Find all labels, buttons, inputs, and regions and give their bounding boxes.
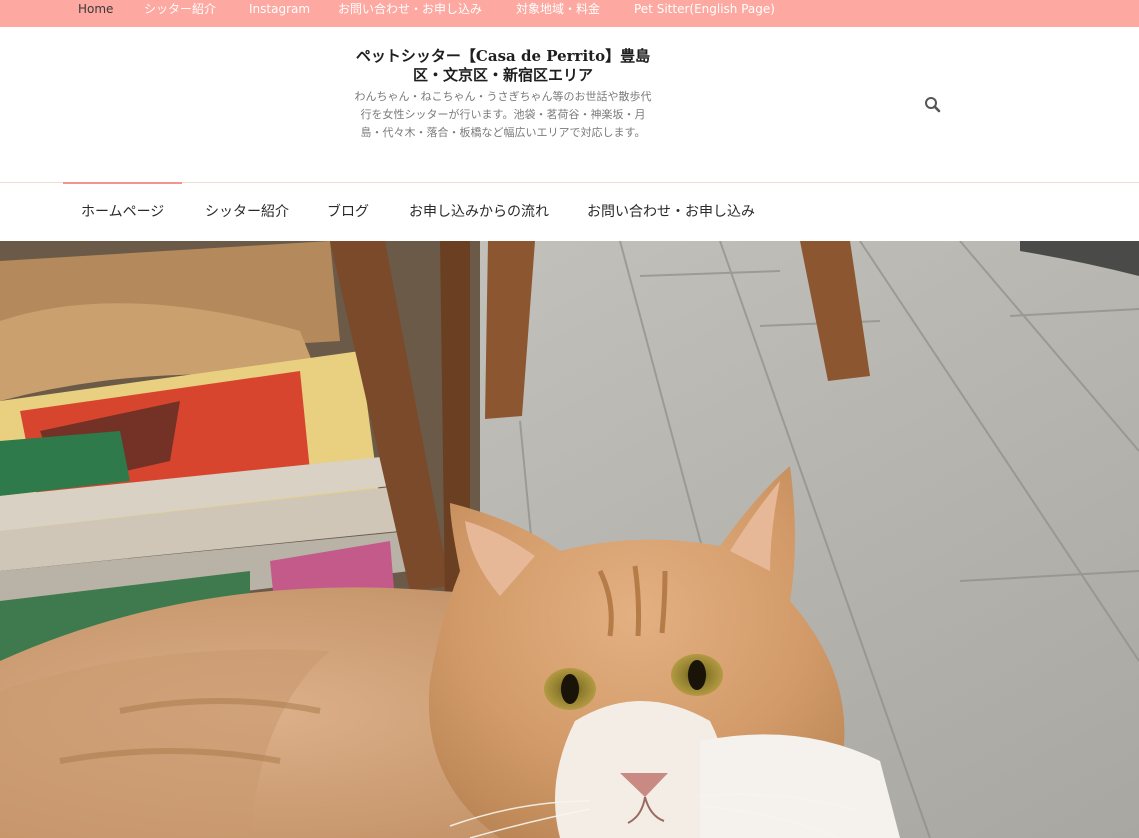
search-button[interactable] xyxy=(922,94,944,116)
topbar-link-contact[interactable]: お問い合わせ・お申し込み xyxy=(338,0,482,27)
nav-active-indicator xyxy=(63,182,182,184)
site-title-brand: Casa de Perrito xyxy=(475,47,606,65)
nav-item-contact[interactable]: お問い合わせ・お申し込み xyxy=(587,201,755,223)
topbar-link-instagram[interactable]: Instagram xyxy=(249,0,310,27)
topbar-link-area-price[interactable]: 対象地域・料金 xyxy=(516,0,600,27)
topbar-link-sitter[interactable]: シッター紹介 xyxy=(144,0,216,27)
nav-item-sitter[interactable]: シッター紹介 xyxy=(205,201,289,223)
cat-photo xyxy=(0,241,1139,838)
nav-item-flow[interactable]: お申し込みからの流れ xyxy=(409,201,549,223)
nav-item-blog[interactable]: ブログ xyxy=(327,201,369,223)
hero-image xyxy=(0,241,1139,838)
search-icon xyxy=(925,97,941,113)
top-bar: Home シッター紹介 Instagram お問い合わせ・お申し込み 対象地域・… xyxy=(0,0,1139,27)
site-title[interactable]: ペットシッター【Casa de Perrito】豊島区・文京区・新宿区エリア xyxy=(355,47,651,85)
topbar-link-home[interactable]: Home xyxy=(78,0,113,27)
site-description: わんちゃん・ねこちゃん・うさぎちゃん等のお世話や散歩代行を女性シッターが行います… xyxy=(354,90,652,139)
nav-item-home[interactable]: ホームページ xyxy=(81,201,164,223)
site-title-prefix: ペットシッター【 xyxy=(355,47,476,65)
topbar-link-english[interactable]: Pet Sitter(English Page) xyxy=(634,0,775,27)
